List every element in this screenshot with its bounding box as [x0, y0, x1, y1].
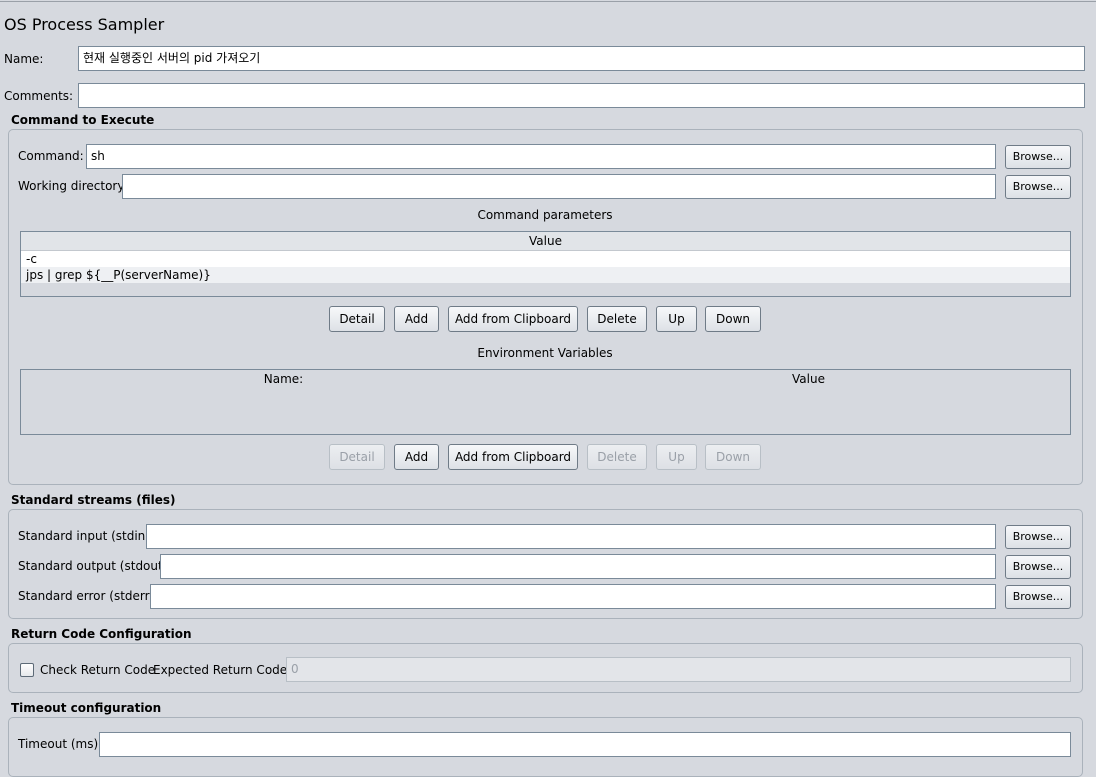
- params-delete-button[interactable]: Delete: [587, 306, 647, 332]
- stdin-browse-button[interactable]: Browse...: [1005, 525, 1071, 549]
- expected-return-code-input[interactable]: 0: [286, 657, 1071, 682]
- page-title: OS Process Sampler: [4, 15, 165, 34]
- env-detail-button[interactable]: Detail: [329, 444, 385, 470]
- params-row[interactable]: -c: [21, 251, 1070, 267]
- stderr-label: Standard error (stderr):: [18, 589, 159, 603]
- env-header-name: Name:: [263, 372, 304, 386]
- workdir-browse-button[interactable]: Browse...: [1005, 175, 1071, 199]
- comments-label: Comments:: [4, 89, 74, 103]
- params-title: Command parameters: [477, 208, 613, 222]
- comments-input[interactable]: [78, 83, 1085, 108]
- command-section-title: Command to Execute: [11, 113, 155, 127]
- name-input[interactable]: 현재 실행중인 서버의 pid 가져오기: [78, 46, 1085, 71]
- env-delete-button[interactable]: Delete: [587, 444, 647, 470]
- params-table[interactable]: Value -c jps | grep ${__P(serverName)}: [20, 231, 1071, 297]
- params-row[interactable]: jps | grep ${__P(serverName)}: [21, 267, 1070, 283]
- name-label: Name:: [4, 52, 44, 66]
- env-add-clipboard-button[interactable]: Add from Clipboard: [448, 444, 578, 470]
- env-up-button[interactable]: Up: [656, 444, 697, 470]
- params-detail-button[interactable]: Detail: [329, 306, 385, 332]
- command-label: Command:: [18, 149, 84, 163]
- stderr-input[interactable]: [150, 584, 996, 609]
- stdout-input[interactable]: [160, 554, 996, 579]
- stdin-input[interactable]: [146, 524, 996, 549]
- timeout-section-title: Timeout configuration: [11, 701, 162, 715]
- command-input[interactable]: sh: [86, 144, 996, 169]
- streams-section-title: Standard streams (files): [11, 493, 176, 507]
- stdout-label: Standard output (stdout):: [18, 559, 172, 573]
- params-header-value: Value: [21, 232, 1070, 251]
- timeout-label: Timeout (ms): [18, 737, 99, 751]
- stdout-browse-button[interactable]: Browse...: [1005, 555, 1071, 579]
- env-header-value: Value: [792, 372, 825, 386]
- command-browse-button[interactable]: Browse...: [1005, 145, 1071, 169]
- workdir-input[interactable]: [122, 174, 996, 199]
- env-table-header: Name: Value: [21, 370, 1070, 388]
- timeout-input[interactable]: [99, 732, 1071, 757]
- params-add-clipboard-button[interactable]: Add from Clipboard: [448, 306, 578, 332]
- stderr-browse-button[interactable]: Browse...: [1005, 585, 1071, 609]
- stdin-label: Standard input (stdin):: [18, 529, 155, 543]
- top-border: [0, 1, 1096, 2]
- env-table[interactable]: Name: Value: [20, 369, 1071, 435]
- params-add-button[interactable]: Add: [394, 306, 439, 332]
- env-title: Environment Variables: [477, 346, 613, 360]
- expected-return-code-label: Expected Return Code:: [153, 663, 292, 677]
- env-down-button[interactable]: Down: [705, 444, 761, 470]
- workdir-label: Working directory:: [18, 179, 128, 193]
- env-add-button[interactable]: Add: [394, 444, 439, 470]
- check-return-code-checkbox[interactable]: [20, 663, 34, 677]
- params-down-button[interactable]: Down: [705, 306, 761, 332]
- check-return-code-label[interactable]: Check Return Code: [40, 663, 155, 677]
- params-up-button[interactable]: Up: [656, 306, 697, 332]
- return-section-title: Return Code Configuration: [11, 627, 192, 641]
